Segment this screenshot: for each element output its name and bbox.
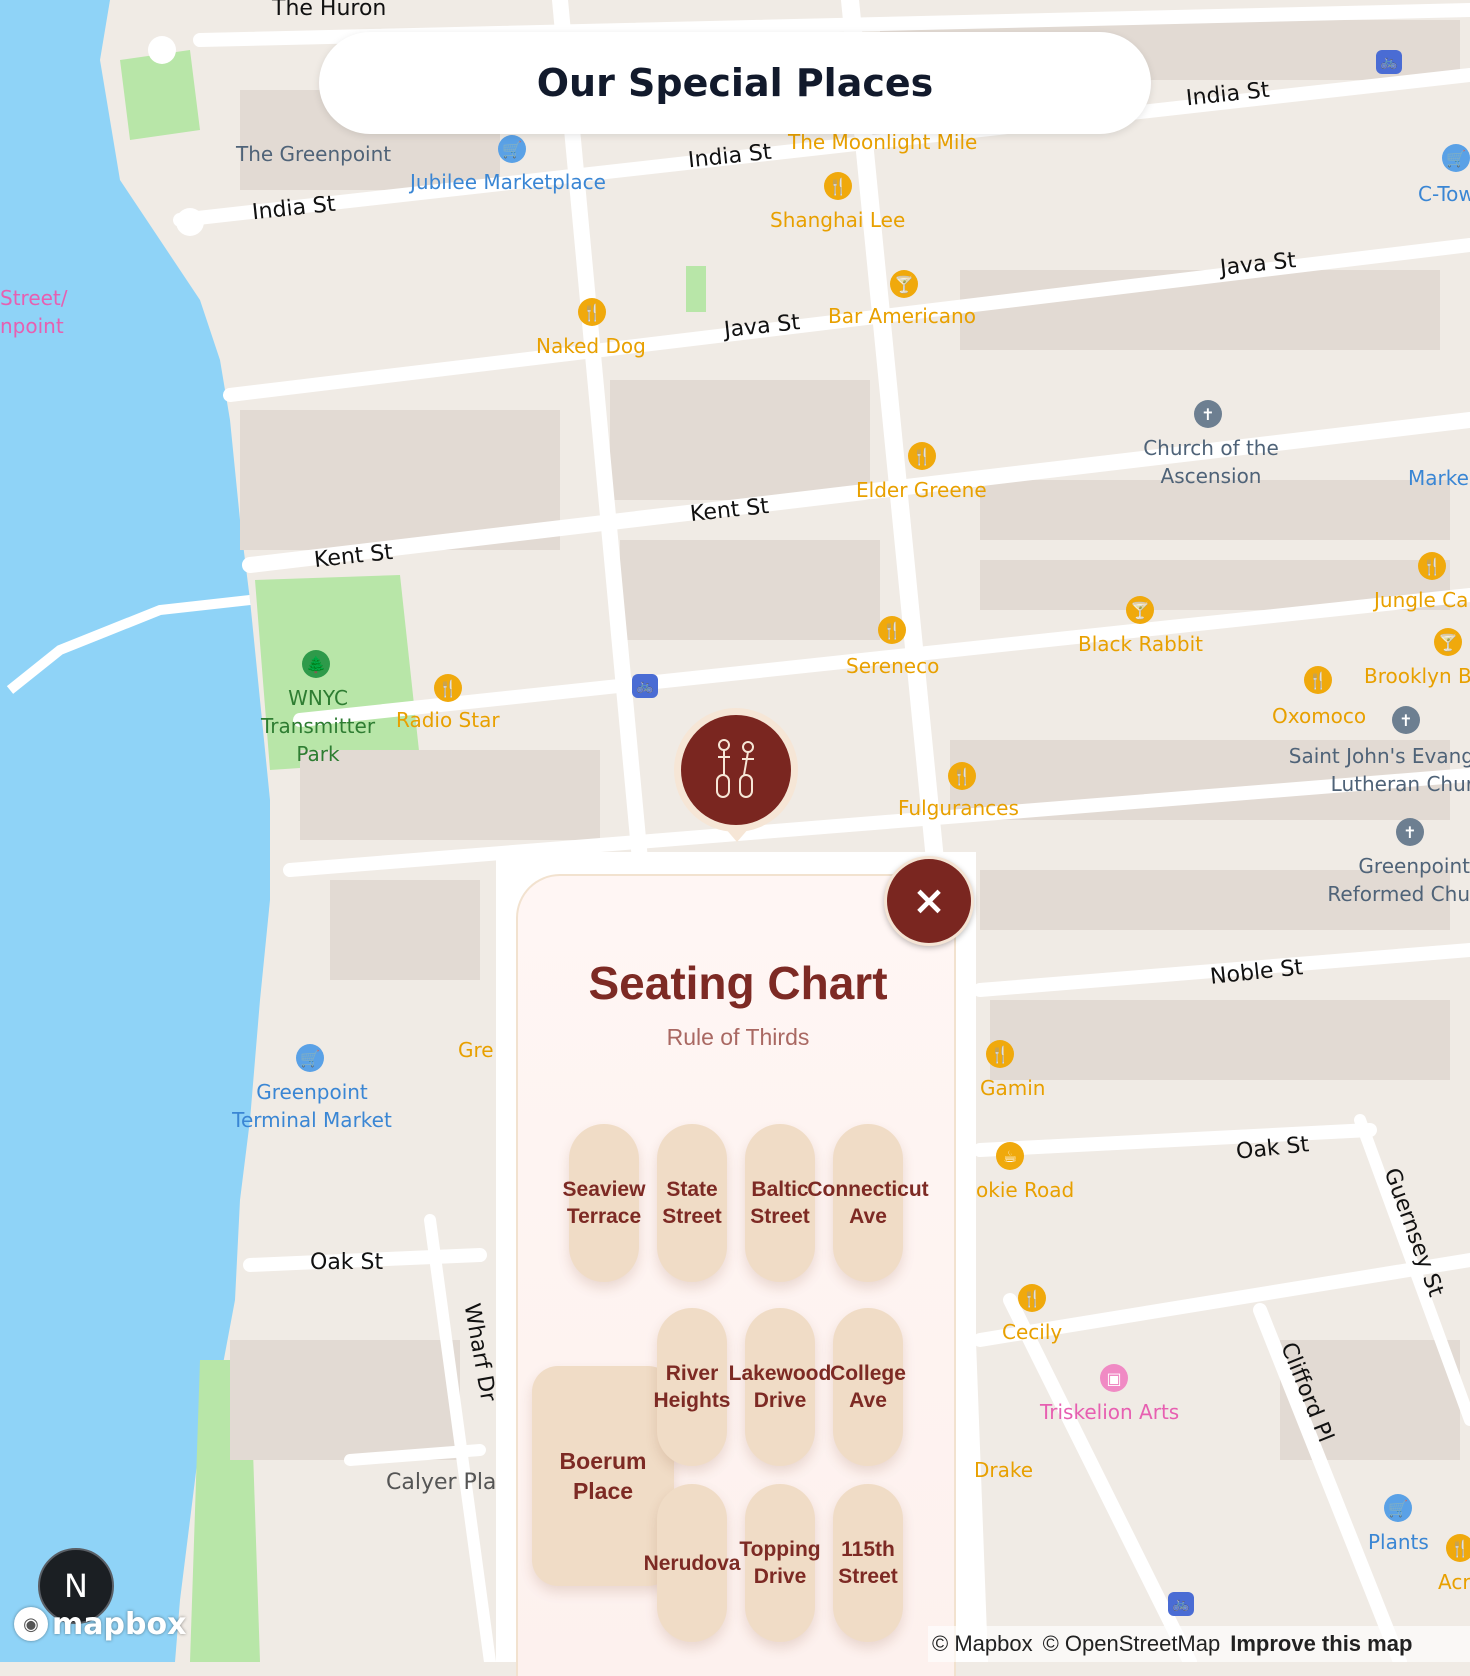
restaurant-icon[interactable]: 🍴	[824, 172, 852, 200]
seat-label: Connecticut Ave	[798, 1176, 938, 1230]
cyclists-icon	[716, 739, 754, 798]
seat-label-line2: Street	[838, 1565, 898, 1588]
restaurant-icon[interactable]: 🍴	[986, 1040, 1014, 1068]
seat-label-line2: Place	[572, 1478, 634, 1504]
seat-label: Boerum Place	[532, 1446, 674, 1506]
shopping-cart-icon[interactable]: 🛒	[498, 135, 526, 163]
poi-the-greenpoint[interactable]: The Greenpoint	[236, 140, 391, 168]
poi-greenpoint-terminal-market[interactable]: Greenpoint Terminal Market	[222, 1078, 402, 1134]
poi-triskelion-arts[interactable]: Triskelion Arts	[1040, 1400, 1179, 1424]
restaurant-icon[interactable]: 🍴	[578, 298, 606, 326]
cocktail-icon[interactable]: 🍸	[1434, 628, 1462, 656]
mapbox-logo-text: mapbox	[52, 1606, 187, 1642]
church-icon[interactable]: ✝	[1392, 706, 1420, 734]
coffee-icon[interactable]: ☕	[996, 1142, 1024, 1170]
poi-bar-americano[interactable]: Bar Americano	[828, 304, 976, 328]
poi-cecily[interactable]: Cecily	[1002, 1320, 1062, 1344]
seat-label-line1: 115th	[841, 1538, 895, 1561]
poi-radio-star[interactable]: Radio Star	[396, 708, 500, 732]
poi-marke[interactable]: Marke	[1408, 466, 1469, 490]
street-label-the-huron: The Huron	[272, 0, 387, 21]
restaurant-icon[interactable]: 🍴	[878, 616, 906, 644]
bike-share-icon[interactable]: 🚲	[1168, 1592, 1194, 1616]
poi-brooklyn-b[interactable]: Brooklyn B	[1364, 664, 1470, 688]
street-label-npoint: npoint	[0, 314, 64, 338]
tree-icon[interactable]: 🌲	[302, 650, 330, 678]
marker-inner	[681, 715, 791, 825]
restaurant-icon[interactable]: 🍴	[1304, 666, 1332, 694]
mapbox-logo-icon: ◉	[14, 1607, 48, 1641]
poi-c-tow[interactable]: C-Tow	[1418, 182, 1470, 206]
restaurant-icon[interactable]: 🍴	[434, 674, 462, 702]
popup-subtitle: Rule of Thirds	[666, 1024, 810, 1050]
seat-label: College Ave	[798, 1360, 938, 1414]
restaurant-icon[interactable]: 🍴	[908, 442, 936, 470]
attribution-mapbox-link[interactable]: © Mapbox	[932, 1631, 1033, 1657]
cocktail-icon[interactable]: 🍸	[890, 270, 918, 298]
poi-acr[interactable]: Acr	[1438, 1570, 1470, 1594]
poi-church-of-the-ascension-label: Church of the Ascension	[1143, 436, 1279, 488]
poi-elder-greene[interactable]: Elder Greene	[856, 478, 987, 502]
seat-label-line2: Ave	[849, 1389, 887, 1412]
church-icon[interactable]: ✝	[1396, 818, 1424, 846]
seat-label-line1: Connecticut	[807, 1178, 929, 1201]
close-button[interactable]: ×	[884, 856, 974, 946]
poi-wnyc-transmitter-park[interactable]: WNYC Transmitter Park	[250, 684, 386, 768]
seat-label-line1: Boerum	[559, 1448, 647, 1474]
poi-drake[interactable]: Drake	[974, 1458, 1033, 1482]
attribution-osm-link[interactable]: © OpenStreetMap	[1043, 1631, 1221, 1657]
poi-saint-johns-church-label: Saint John's Evang Lutheran Chur	[1288, 744, 1470, 796]
bike-share-icon[interactable]: 🚲	[632, 674, 658, 698]
poi-fulgurances[interactable]: Fulgurances	[898, 796, 1019, 820]
poi-greenpoint-reformed-church[interactable]: Greenpoint Reformed Chu	[1310, 852, 1470, 908]
popup-title: Seating Chart	[588, 957, 888, 1009]
cocktail-icon[interactable]: 🍸	[1126, 596, 1154, 624]
poi-greenpoint-terminal-market-label: Greenpoint Terminal Market	[232, 1080, 392, 1132]
mapbox-logo[interactable]: ◉ mapbox	[14, 1604, 186, 1644]
page-title: Our Special Places	[319, 32, 1151, 134]
seat-label-line2: Ave	[849, 1205, 887, 1228]
street-label-oak-st-west: Oak St	[310, 1250, 384, 1275]
shopping-cart-icon[interactable]: 🛒	[1442, 144, 1470, 172]
improve-map-link[interactable]: Improve this map	[1230, 1631, 1412, 1657]
bike-share-icon[interactable]: 🚲	[1376, 50, 1402, 74]
poi-jungle-cafe[interactable]: Jungle Ca	[1374, 588, 1468, 612]
poi-gamin[interactable]: Gamin	[980, 1076, 1045, 1100]
poi-naked-dog[interactable]: Naked Dog	[536, 334, 646, 358]
map-attribution: © Mapbox © OpenStreetMap Improve this ma…	[928, 1626, 1470, 1662]
poi-saint-johns-church[interactable]: Saint John's Evang Lutheran Chur	[1284, 742, 1470, 798]
poi-greenpoint-reformed-church-label: Greenpoint Reformed Chu	[1327, 854, 1470, 906]
shopping-cart-icon[interactable]: 🛒	[1384, 1494, 1412, 1522]
restaurant-icon[interactable]: 🍴	[948, 762, 976, 790]
poi-oxomoco[interactable]: Oxomoco	[1272, 704, 1366, 728]
poi-okie-road[interactable]: okie Road	[976, 1178, 1074, 1202]
seat-label-line1: College	[830, 1362, 906, 1385]
poi-church-of-the-ascension[interactable]: Church of the Ascension	[1136, 434, 1286, 490]
poi-jubilee-marketplace[interactable]: Jubilee Marketplace	[410, 170, 606, 194]
shopping-cart-icon[interactable]: 🛒	[296, 1044, 324, 1072]
street-label-calyer-place: Calyer Plac	[386, 1470, 509, 1495]
poi-wnyc-transmitter-park-label: WNYC Transmitter Park	[260, 686, 376, 766]
selected-location-marker[interactable]	[674, 708, 798, 832]
gallery-icon[interactable]: ▣	[1100, 1364, 1128, 1392]
restaurant-icon[interactable]: 🍴	[1418, 552, 1446, 580]
poi-gre[interactable]: Gre	[458, 1038, 494, 1062]
poi-shanghai-lee[interactable]: Shanghai Lee	[770, 208, 905, 232]
restaurant-icon[interactable]: 🍴	[1446, 1534, 1470, 1562]
poi-sereneco[interactable]: Sereneco	[846, 654, 939, 678]
park-patch	[686, 266, 706, 312]
poi-plants[interactable]: Plants	[1368, 1530, 1429, 1554]
restaurant-icon[interactable]: 🍴	[1018, 1284, 1046, 1312]
church-icon[interactable]: ✝	[1194, 400, 1222, 428]
poi-black-rabbit[interactable]: Black Rabbit	[1078, 632, 1203, 656]
seat-label: 115th Street	[798, 1536, 938, 1590]
street-label-street: Street/	[0, 286, 68, 310]
marker-pointer	[725, 828, 749, 842]
